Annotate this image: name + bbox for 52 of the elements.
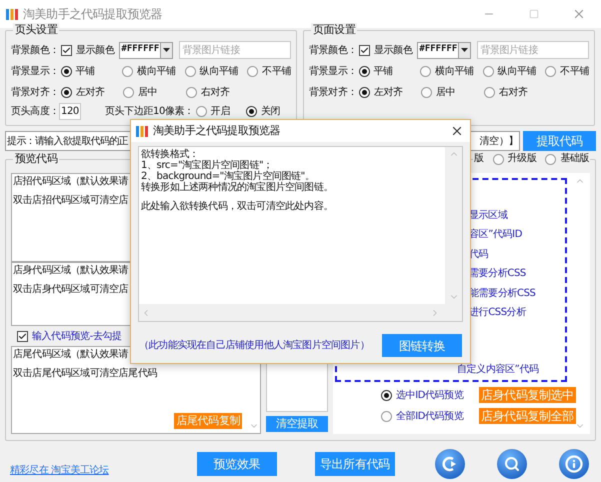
info-line: 显示区域 [469,208,509,223]
radio-label: 不平铺 [560,64,589,78]
radio-label: 关闭 [260,104,280,118]
hint-text: 清空）】 [480,134,518,148]
radio-label: 基础版 [560,152,590,166]
checkbox-label: 显示颜色 [374,44,412,58]
area-title: 店尾代码区域（默认效果请 [13,348,128,361]
field-label: 页头下边距10像素： [105,104,194,118]
dialog-text-line: 1、src="淘宝图片空间图链"； [141,160,274,171]
field-label: 背景颜色： [309,44,358,58]
radio-label: 选中ID代码预览 [396,388,464,402]
dialog-text-line: 转换形如上述两种情况的淘宝图片空间图链。 [141,182,334,193]
radio-label: 不平铺 [262,64,291,78]
field-label: 页头高度： [11,104,59,118]
radio-label: 平铺 [374,64,393,78]
radio-label: 纵向平铺 [200,64,238,78]
field-label: 背景对齐： [309,86,358,100]
group-legend: 页面设置 [311,23,358,37]
checkbox-label: 显示颜色 [76,44,114,58]
radio-label: 居中 [138,86,158,100]
radio-label: 右对齐 [499,86,528,100]
radio-label: 左对齐 [374,86,403,100]
dialog-text-line: 欲转换格式： [141,149,199,160]
group-legend: 页头设置 [13,23,60,37]
area-title: 店身代码区域（默认效果请 [13,264,128,277]
area-hint: 双击店招代码区域可清空店 [13,194,128,207]
radio-label: 全部ID代码预览 [396,410,464,424]
dialog-text-line: 2、background="淘宝图片空间图链"。 [141,171,316,182]
dialog-text-line: 此处输入欲转换代码，双击可清空此处内容。 [141,201,334,212]
radio-label: 左对齐 [76,86,105,100]
area-hint: 双击店身代码区域可清空店 [13,283,128,296]
radio-label: 右对齐 [201,86,230,100]
radio-label: 平铺 [76,64,95,78]
hint-text: 提示：请输入欲提取代码的正 [7,134,128,148]
radio-label: 横向平铺 [137,64,176,78]
field-label: 背景显示： [11,64,60,78]
checkbox-label: 输入代码预览-去勾提 [32,330,122,344]
info-line: 自定义内容区”代码 [457,362,540,377]
version-label: 版 [474,152,484,166]
radio-label: 横向平铺 [435,64,474,78]
area-title: 店招代码区域（默认效果请 [13,175,128,188]
radio-label: 纵向平铺 [498,64,536,78]
window-title: 淘美助手之代码提取预览器 [23,6,162,23]
radio-label: 升级版 [508,152,536,166]
group-legend: 预览代码 [13,152,60,166]
radio-label: 开启 [210,104,230,118]
area-hint: 双击店尾代码区域可清空店尾代码 [13,367,158,380]
field-label: 背景对齐： [11,86,60,100]
field-label: 背景颜色： [11,44,60,58]
dialog-title: 淘美助手之代码提取预览器 [153,122,280,139]
radio-label: 居中 [436,86,456,100]
field-label: 背景显示： [309,64,358,78]
